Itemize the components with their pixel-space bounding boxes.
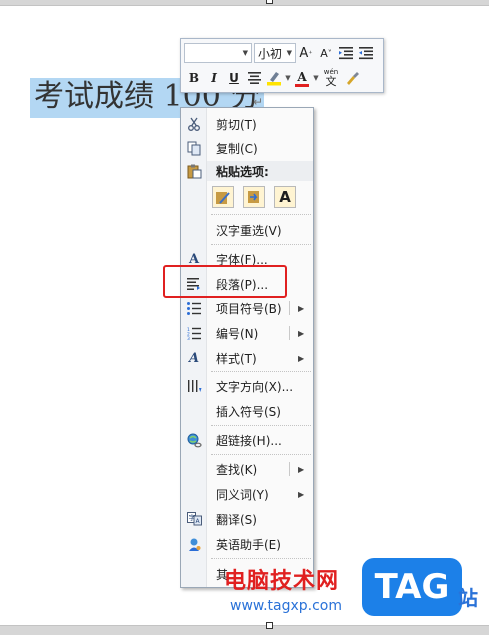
- watermark-site-name: 电脑技术网: [224, 569, 340, 594]
- watermark-url: www.tagxp.com: [230, 598, 342, 614]
- menu-item-cut[interactable]: 剪切(T): [181, 114, 313, 134]
- copy-icon: [181, 138, 207, 158]
- paste-keep-source-formatting-button[interactable]: [212, 186, 234, 208]
- hyperlink-icon: [181, 430, 207, 450]
- english-assistant-icon: [181, 534, 207, 554]
- font-size-combo[interactable]: 小初 ▼: [254, 43, 296, 63]
- menu-item-insert-symbol[interactable]: 插入符号(S): [181, 401, 313, 421]
- submenu-divider: [289, 301, 290, 315]
- numbering-icon: 123: [181, 323, 207, 343]
- menu-item-numbering[interactable]: 123 编号(N) ▶: [181, 323, 313, 343]
- window-bottom-bar: [0, 625, 489, 635]
- font-size-value: 小初: [258, 46, 283, 61]
- window-top-bar: [0, 0, 489, 6]
- paste-options-header: 粘贴选项:: [207, 161, 313, 181]
- highlight-color-button[interactable]: [264, 68, 284, 88]
- increase-indent-button[interactable]: [356, 43, 376, 63]
- menu-item-text-direction[interactable]: 文字方向(X)...: [181, 376, 313, 396]
- menu-item-english-assistant[interactable]: 英语助手(E): [181, 534, 313, 554]
- chevron-right-icon[interactable]: ▶: [298, 465, 304, 474]
- center-align-button[interactable]: [244, 68, 264, 88]
- menu-item-copy[interactable]: 复制(C): [181, 138, 313, 158]
- chevron-right-icon[interactable]: ▶: [298, 329, 304, 338]
- menu-separator: [211, 558, 311, 559]
- menu-item-find[interactable]: 查找(K) ▶: [181, 459, 313, 479]
- grow-font-button[interactable]: A ⁺: [296, 43, 316, 63]
- menu-separator: [211, 425, 311, 426]
- paste-keep-format-icon: [216, 192, 230, 204]
- menu-separator: [211, 214, 311, 215]
- menu-item-styles[interactable]: A 样式(T) ▶: [181, 348, 313, 368]
- decrease-indent-icon: [339, 47, 353, 60]
- decrease-indent-button[interactable]: [336, 43, 356, 63]
- phonetic-guide-button[interactable]: wén 文: [320, 68, 342, 88]
- paragraph-highlight-annotation: [163, 265, 287, 298]
- highlight-dropdown-icon[interactable]: ▼: [284, 74, 292, 82]
- resize-handle-top[interactable]: [266, 0, 273, 4]
- chevron-right-icon[interactable]: ▶: [298, 490, 304, 499]
- menu-item-translate[interactable]: 字A 翻译(S): [181, 509, 313, 529]
- translate-icon: 字A: [181, 509, 207, 529]
- menu-item-reconversion[interactable]: 汉字重选(V): [181, 220, 313, 240]
- underline-button[interactable]: U: [224, 68, 244, 88]
- menu-item-hyperlink[interactable]: 超链接(H)...: [181, 430, 313, 450]
- chevron-down-icon: ▼: [286, 49, 292, 57]
- menu-item-synonyms[interactable]: 同义词(Y) ▶: [181, 484, 313, 504]
- resize-handle-bottom[interactable]: [266, 622, 273, 629]
- bold-button[interactable]: B: [184, 68, 204, 88]
- bullets-icon: [181, 298, 207, 318]
- text-direction-icon: [181, 376, 207, 396]
- styles-icon: A: [188, 350, 200, 366]
- align-center-icon: [247, 72, 261, 84]
- context-menu: 剪切(T) 复制(C) 粘贴选项: A 汉字重选(V) A 字体(F)... 段…: [180, 107, 314, 588]
- scissors-icon: [181, 114, 207, 134]
- format-painter-button[interactable]: [342, 68, 362, 88]
- svg-text:3: 3: [187, 336, 190, 340]
- menu-separator: [211, 371, 311, 372]
- chevron-right-icon[interactable]: ▶: [298, 304, 304, 313]
- paste-icon: [181, 161, 207, 181]
- format-painter-icon: [347, 72, 359, 85]
- italic-button[interactable]: I: [204, 68, 224, 88]
- paste-text-only-button[interactable]: A: [274, 186, 296, 208]
- shrink-font-button[interactable]: A ˅: [316, 43, 336, 63]
- watermark-suffix: 站: [458, 586, 478, 610]
- menu-separator: [211, 454, 311, 455]
- chevron-right-icon[interactable]: ▶: [298, 354, 304, 363]
- chevron-down-icon: ▼: [242, 49, 248, 57]
- highlighter-icon: [267, 72, 281, 86]
- watermark-badge: TAG: [362, 558, 462, 616]
- menu-item-bullets[interactable]: 项目符号(B) ▶: [181, 298, 313, 318]
- font-name-combo[interactable]: ▼: [184, 43, 252, 63]
- submenu-divider: [289, 462, 290, 476]
- mini-toolbar: ▼ 小初 ▼ A ⁺ A ˅ B I U ▼ A ▼ wén 文: [180, 38, 384, 93]
- paste-merge-icon: [248, 191, 259, 203]
- font-color-button[interactable]: A: [292, 68, 312, 88]
- font-color-dropdown-icon[interactable]: ▼: [312, 74, 320, 82]
- submenu-divider: [289, 326, 290, 340]
- menu-separator: [211, 244, 311, 245]
- increase-indent-icon: [359, 47, 373, 60]
- paste-merge-formatting-button[interactable]: [243, 186, 265, 208]
